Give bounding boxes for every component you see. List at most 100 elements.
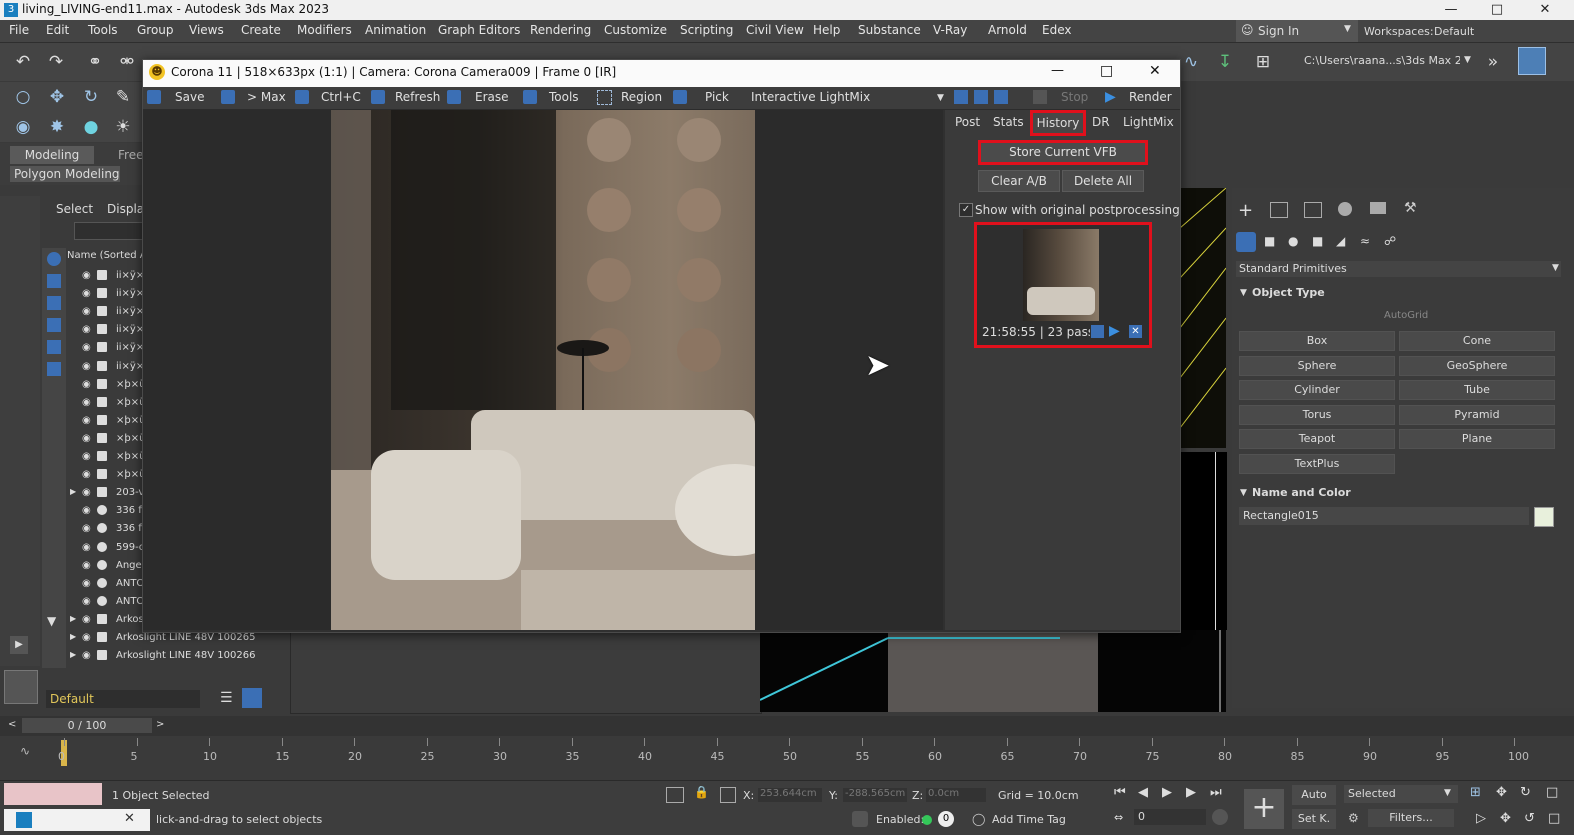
name-and-color-header[interactable]: Name and Color bbox=[1252, 486, 1351, 499]
copy-icon[interactable] bbox=[295, 90, 309, 104]
visibility-eye-icon[interactable]: ◉ bbox=[82, 451, 94, 462]
paint-icon[interactable]: ✎ bbox=[112, 86, 134, 108]
visibility-eye-icon[interactable]: ◉ bbox=[82, 578, 94, 589]
menu-rendering[interactable]: Rendering bbox=[530, 23, 591, 37]
systems-category-icon[interactable]: ☍ bbox=[1384, 234, 1396, 248]
add-time-tag-button[interactable]: Add Time Tag bbox=[992, 813, 1066, 826]
expand-arrow-icon[interactable]: ▶ bbox=[70, 487, 76, 496]
layers-icon[interactable]: ☰ bbox=[220, 690, 233, 706]
menu-scripting[interactable]: Scripting bbox=[680, 23, 733, 37]
save-file-icon[interactable] bbox=[1518, 47, 1546, 75]
key-filters-icon[interactable]: ⚙ bbox=[1348, 811, 1359, 825]
zoom-out-icon[interactable] bbox=[974, 90, 988, 104]
refresh-button[interactable]: Refresh bbox=[395, 90, 440, 104]
current-frame-field[interactable]: 0 bbox=[1134, 809, 1206, 825]
save-button[interactable]: Save bbox=[175, 90, 204, 104]
menu-group[interactable]: Group bbox=[137, 23, 174, 37]
tab-modeling[interactable]: Modeling bbox=[10, 146, 94, 164]
isolate-icon[interactable] bbox=[666, 787, 684, 803]
visibility-eye-icon[interactable]: ◉ bbox=[82, 433, 94, 444]
zoom-extents-icon[interactable]: ⊞ bbox=[1470, 785, 1481, 800]
region-button[interactable]: Region bbox=[621, 90, 662, 104]
visibility-eye-icon[interactable]: ◉ bbox=[82, 542, 94, 553]
next-frame-icon[interactable]: ▶ bbox=[1186, 785, 1196, 800]
maximize-viewport-icon[interactable]: □ bbox=[1546, 785, 1558, 800]
visibility-eye-icon[interactable]: ◉ bbox=[82, 469, 94, 480]
y-coordinate[interactable]: -288.565cm bbox=[843, 788, 907, 802]
timeline-track[interactable]: ∿ 0 5 10 15 20 25 30 35 40 45 50 55 60 65 70 75 80 85 90 95… bbox=[0, 738, 1574, 780]
refresh-icon[interactable] bbox=[371, 90, 385, 104]
rotate-icon[interactable]: ↻ bbox=[80, 86, 102, 108]
expand-arrow-icon[interactable]: ▶ bbox=[70, 632, 76, 641]
collapse-icon[interactable]: ▼ bbox=[1240, 288, 1247, 298]
walkthrough-icon[interactable]: ✥ bbox=[1500, 811, 1511, 826]
menu-animation[interactable]: Animation bbox=[365, 23, 426, 37]
pick-icon[interactable] bbox=[673, 90, 687, 104]
autogrid-checkbox[interactable]: AutoGrid bbox=[1384, 310, 1428, 321]
visibility-eye-icon[interactable]: ◉ bbox=[82, 324, 94, 335]
key-mode-icon[interactable]: ⇔ bbox=[1114, 811, 1123, 824]
primitive-sphere-button[interactable]: Sphere bbox=[1239, 356, 1395, 376]
tab-history[interactable]: History bbox=[1030, 110, 1086, 136]
delete-all-button[interactable]: Delete All bbox=[1062, 170, 1144, 192]
orbit-icon[interactable]: ↻ bbox=[1520, 785, 1531, 800]
visibility-eye-icon[interactable]: ◉ bbox=[82, 505, 94, 516]
helpers-category-icon[interactable]: ◢ bbox=[1336, 234, 1345, 248]
light-icon[interactable]: ✸ bbox=[46, 116, 68, 138]
object-name-field[interactable]: Rectangle015 bbox=[1239, 507, 1529, 525]
interactive-lightmix-dropdown[interactable]: Interactive LightMix bbox=[751, 90, 947, 104]
workspace-select[interactable]: Default bbox=[1434, 25, 1564, 38]
primitive-textplus-button[interactable]: TextPlus bbox=[1239, 454, 1395, 474]
redo-icon[interactable]: ↷ bbox=[45, 51, 67, 73]
menu-civil-view[interactable]: Civil View bbox=[746, 23, 804, 37]
stop-icon[interactable] bbox=[1033, 90, 1047, 104]
maxscript-listener[interactable] bbox=[4, 783, 102, 805]
lights-category-icon[interactable]: ● bbox=[1288, 234, 1298, 248]
visibility-eye-icon[interactable]: ◉ bbox=[82, 632, 94, 643]
link-icon[interactable]: ⚭ bbox=[84, 51, 106, 73]
set-key-big-icon[interactable]: + bbox=[1244, 789, 1284, 829]
spacewarps-category-icon[interactable]: ≈ bbox=[1360, 234, 1370, 248]
history-item[interactable]: 21:58:55 | 23 passe ▶ ✕ bbox=[974, 222, 1152, 348]
menu-customize[interactable]: Customize bbox=[604, 23, 667, 37]
primitive-cylinder-button[interactable]: Cylinder bbox=[1239, 380, 1395, 400]
send-to-max-icon[interactable] bbox=[221, 90, 235, 104]
set-key-button[interactable]: Set K. bbox=[1292, 809, 1336, 829]
sun-icon[interactable]: ☀ bbox=[112, 116, 134, 138]
tools-button[interactable]: Tools bbox=[549, 90, 579, 104]
unlink-icon[interactable]: ⚮ bbox=[116, 51, 138, 73]
pick-button[interactable]: Pick bbox=[705, 90, 729, 104]
align-icon[interactable]: ⊞ bbox=[1252, 51, 1274, 73]
render-play-icon[interactable]: ▶ bbox=[1105, 89, 1116, 105]
object-type-header[interactable]: Object Type bbox=[1252, 286, 1325, 299]
visibility-eye-icon[interactable]: ◉ bbox=[82, 342, 94, 353]
show-original-checkbox[interactable]: ✓ bbox=[959, 203, 973, 217]
stop-button[interactable]: Stop bbox=[1061, 90, 1088, 104]
close-icon[interactable]: ✕ bbox=[1149, 63, 1161, 79]
tab-lightmix[interactable]: LightMix bbox=[1123, 112, 1174, 132]
primitive-plane-button[interactable]: Plane bbox=[1399, 429, 1555, 449]
goto-start-icon[interactable]: ⏮ bbox=[1114, 785, 1126, 800]
expand-arrow-icon[interactable]: ▶ bbox=[70, 614, 76, 623]
bulb-icon[interactable]: ● bbox=[80, 116, 102, 138]
tab-polygon-modeling[interactable]: Polygon Modeling bbox=[10, 166, 120, 182]
visibility-eye-icon[interactable]: ◉ bbox=[82, 650, 94, 661]
chevron-left-icon[interactable]: < bbox=[8, 719, 16, 730]
tab-dr[interactable]: DR bbox=[1092, 112, 1110, 132]
render-area[interactable]: ➤ bbox=[143, 110, 943, 630]
minimize-icon[interactable]: — bbox=[1051, 63, 1064, 78]
visibility-eye-icon[interactable]: ◉ bbox=[82, 270, 94, 281]
menu-tools[interactable]: Tools bbox=[88, 23, 118, 37]
menu-edex[interactable]: Edex bbox=[1042, 23, 1071, 37]
explorer-row[interactable]: ▶ ◉ Arkoslight LINE 48V 100266 bbox=[40, 648, 288, 666]
minimize-icon[interactable]: — bbox=[1436, 0, 1466, 20]
send-to-max-button[interactable]: > Max bbox=[247, 90, 286, 104]
menu-substance[interactable]: Substance bbox=[858, 23, 921, 37]
shapes-category-icon[interactable]: ■ bbox=[1264, 234, 1275, 248]
chevron-right-icon[interactable]: > bbox=[156, 719, 164, 730]
project-path[interactable]: C:\Users\raana...s\3ds Max 2023 bbox=[1304, 54, 1460, 67]
prev-frame-icon[interactable]: ◀ bbox=[1138, 785, 1148, 800]
modify-tab-icon[interactable] bbox=[1270, 202, 1288, 218]
schematic-icon[interactable]: ∿ bbox=[1180, 51, 1202, 73]
maximize-toggle-icon[interactable]: □ bbox=[1548, 811, 1560, 826]
